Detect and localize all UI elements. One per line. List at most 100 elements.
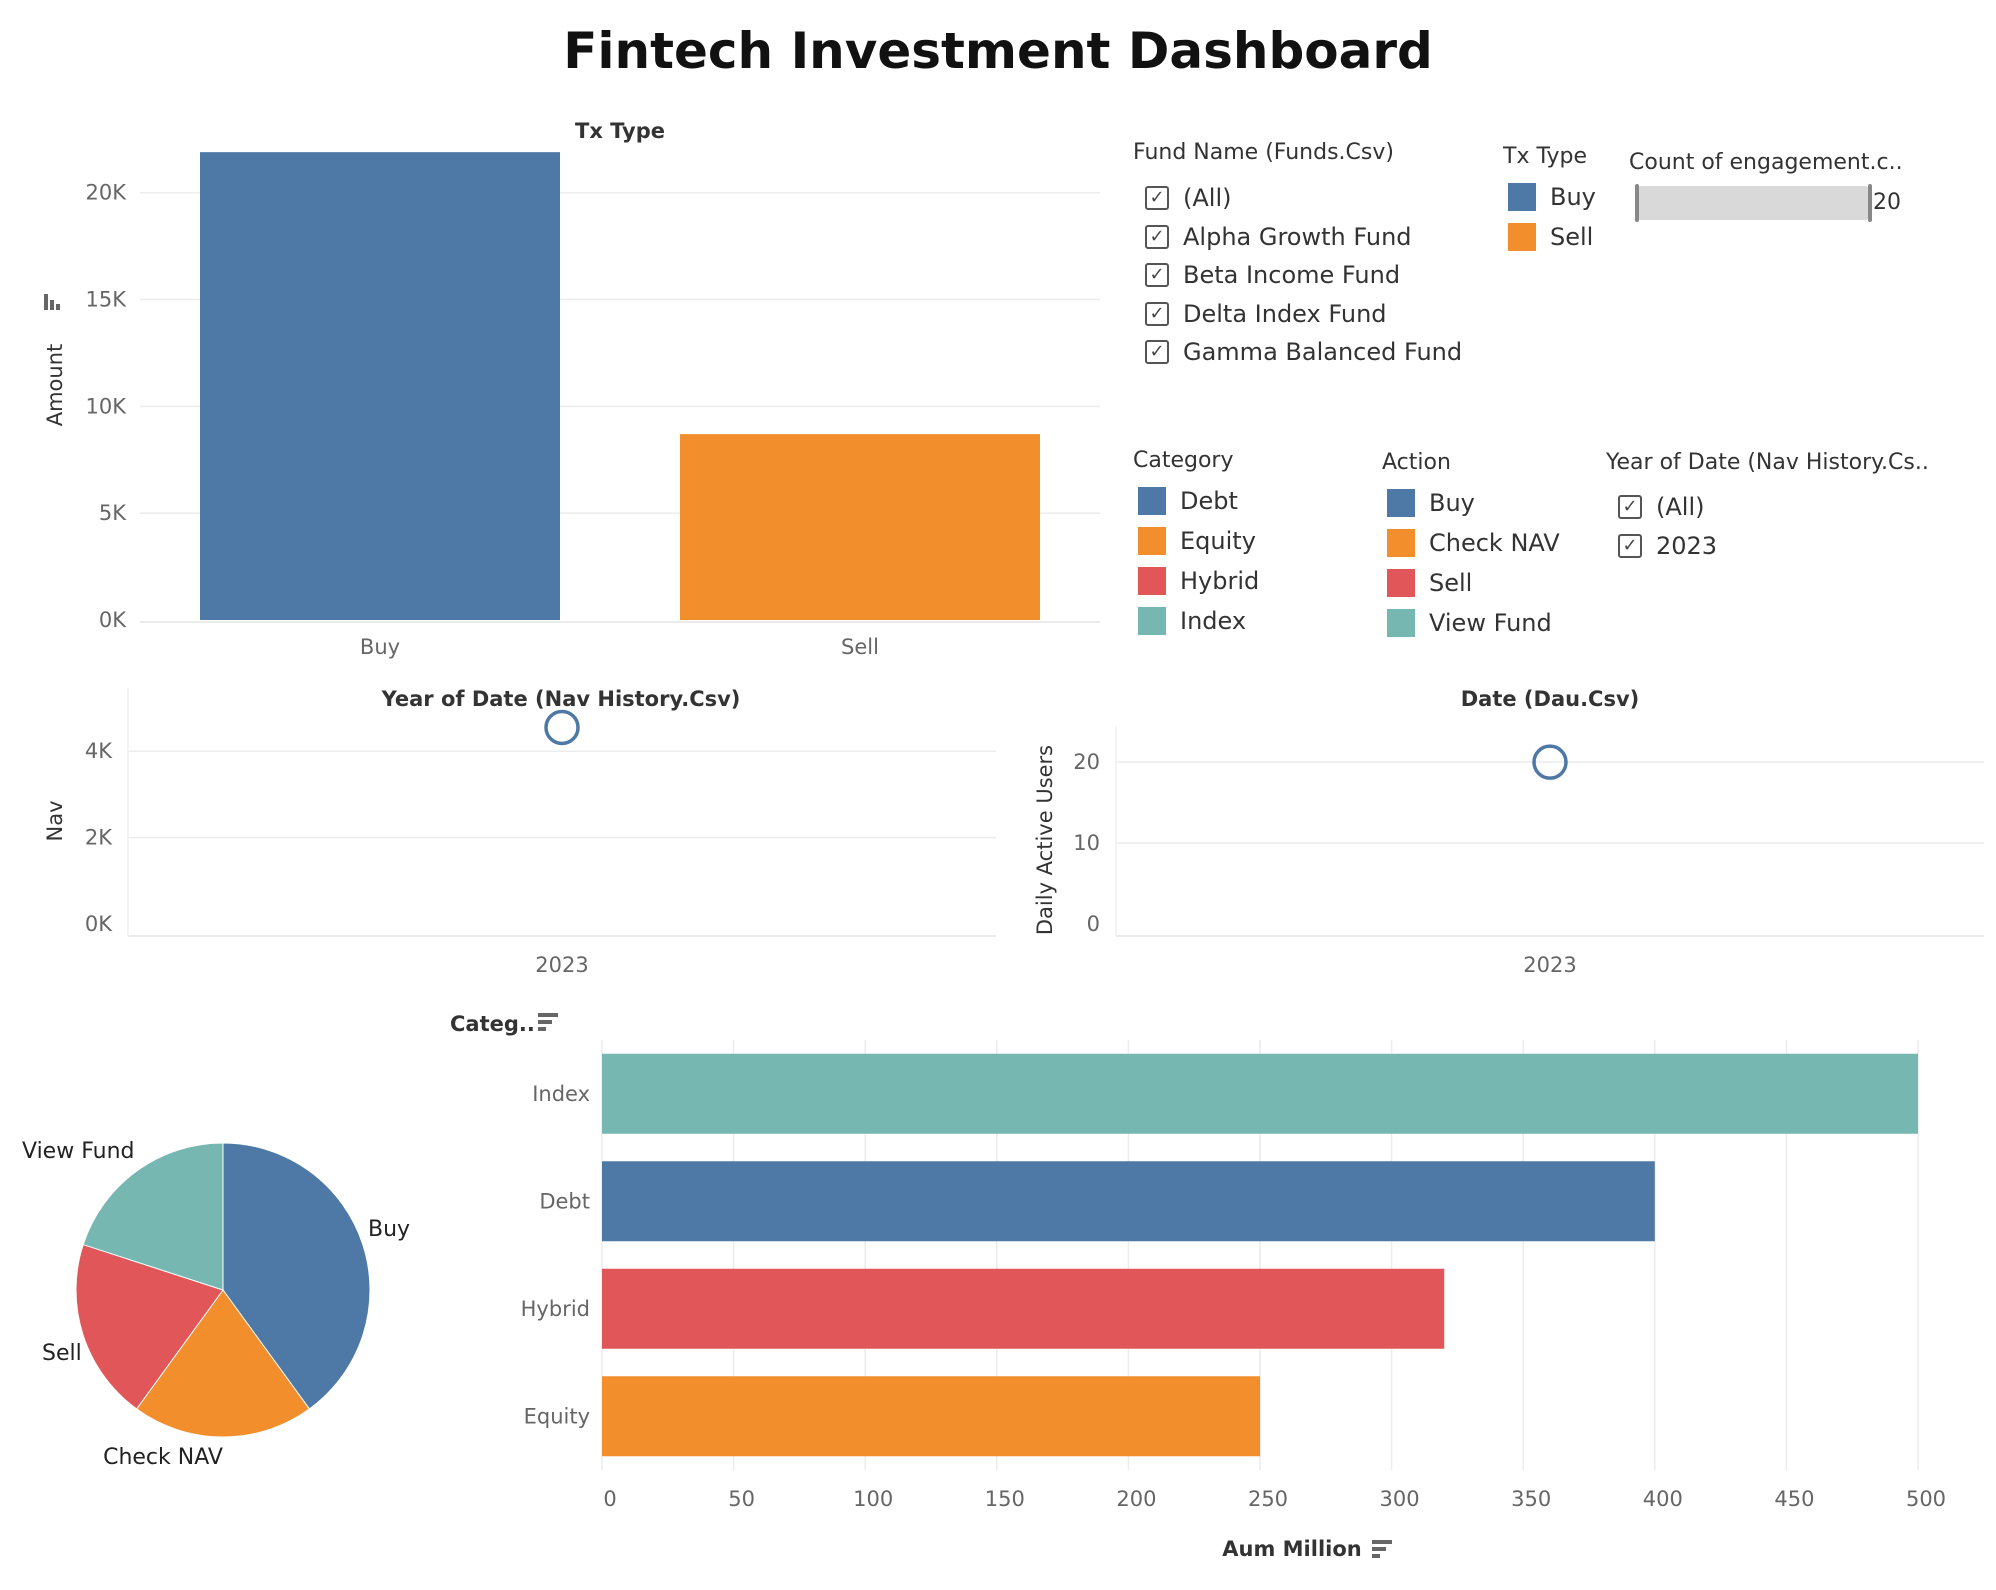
sort-bar <box>1372 1554 1380 1558</box>
pie-label: Buy <box>368 1217 410 1242</box>
bar-buy <box>200 152 560 621</box>
category-legend-item-label: Debt <box>1180 487 1238 515</box>
x-tick-label: Buy <box>360 635 400 659</box>
checkbox[interactable]: ✓ <box>1145 263 1169 287</box>
bar-hybrid <box>602 1268 1445 1349</box>
fund-filter-item[interactable]: ✓ (All) <box>1145 184 1231 212</box>
pie-label: View Fund <box>22 1139 135 1164</box>
engagement-slider-value: 20 <box>1873 190 1901 215</box>
fund-filter-item[interactable]: ✓ Beta Income Fund <box>1145 261 1400 289</box>
y-tick-label: 10K <box>86 394 128 418</box>
category-legend-title: Category <box>1133 448 1234 473</box>
engagement-slider-handle-min[interactable] <box>1635 184 1639 222</box>
x-axis-title: Aum Million <box>1222 1537 1361 1561</box>
year-filter-item-label: 2023 <box>1656 531 1718 560</box>
checkbox[interactable]: ✓ <box>1145 186 1169 210</box>
category-legend-item[interactable]: Debt <box>1138 487 1238 515</box>
chart-title: Year of Date (Nav History.Csv) <box>381 687 741 711</box>
color-swatch <box>1138 607 1166 635</box>
action-legend-item-label: Check NAV <box>1429 529 1560 557</box>
color-swatch <box>1387 529 1415 557</box>
y-tick-label: Index <box>532 1082 590 1106</box>
aum-bar-chart: 0 50 100 150 200 250 300 350 400 450 500 Index Debt H… <box>450 1012 1946 1561</box>
year-filter-item[interactable]: ✓ 2023 <box>1618 532 1717 560</box>
y-axis-title: Daily Active Users <box>1033 745 1057 935</box>
pie-slice-view-fund <box>82 1142 224 1291</box>
action-legend-item[interactable]: Buy <box>1387 489 1475 517</box>
x-tick-label: 100 <box>853 1487 893 1511</box>
x-tick-label: Sell <box>841 635 879 659</box>
category-legend-item[interactable]: Hybrid <box>1138 567 1259 595</box>
y-tick-label: 0K <box>99 608 127 632</box>
x-tick-label: 300 <box>1380 1487 1420 1511</box>
chart-title: Tx Type <box>575 119 665 143</box>
checkbox[interactable]: ✓ <box>1145 301 1169 326</box>
engagement-slider-handle-max[interactable] <box>1868 184 1872 222</box>
action-legend-item-label: View Fund <box>1429 609 1552 637</box>
color-swatch <box>1387 569 1415 597</box>
sort-bar <box>56 304 60 310</box>
category-legend-item[interactable]: Equity <box>1138 527 1256 555</box>
tx-legend-item[interactable]: Buy <box>1508 183 1596 211</box>
data-point-2023 <box>544 709 580 746</box>
fund-filter-item[interactable]: ✓ Alpha Growth Fund <box>1145 223 1412 251</box>
color-swatch <box>1508 222 1536 251</box>
x-tick-label: 450 <box>1774 1487 1814 1511</box>
action-legend-title: Action <box>1382 450 1451 475</box>
action-pie-chart: Buy Check NAV Sell View Fund <box>22 1139 410 1470</box>
color-swatch <box>1138 527 1166 555</box>
fund-filter-item[interactable]: ✓ Delta Index Fund <box>1145 300 1387 328</box>
sort-bar <box>538 1027 546 1031</box>
action-legend-item[interactable]: Check NAV <box>1387 529 1560 557</box>
sort-bar <box>1372 1547 1386 1551</box>
engagement-filter-title: Count of engagement.c.. <box>1629 150 1903 175</box>
aum-sort-icon <box>1372 1540 1392 1558</box>
x-tick-label: 350 <box>1511 1487 1551 1511</box>
action-legend-item[interactable]: View Fund <box>1387 609 1552 637</box>
checkbox[interactable]: ✓ <box>1618 495 1642 519</box>
year-filter-title: Year of Date (Nav History.Cs.. <box>1606 450 1929 475</box>
category-legend-item-label: Hybrid <box>1180 567 1260 595</box>
dau-scatter-chart: Date (Dau.Csv) 0 10 20 2023 Daily Active User… <box>1033 687 1984 977</box>
y-tick-label: Hybrid <box>521 1297 590 1321</box>
fund-filter-item-label: Alpha Growth Fund <box>1183 222 1412 251</box>
checkbox[interactable]: ✓ <box>1618 533 1642 558</box>
color-swatch <box>1387 489 1415 517</box>
fund-filter-item[interactable]: ✓ Gamma Balanced Fund <box>1145 338 1462 366</box>
checkbox[interactable]: ✓ <box>1145 224 1169 249</box>
y-axis-title: Nav <box>43 800 67 841</box>
color-swatch <box>1138 567 1166 595</box>
y-tick-label: 0K <box>85 912 113 936</box>
action-legend-item[interactable]: Sell <box>1387 569 1472 597</box>
category-legend-item[interactable]: Index <box>1138 607 1246 635</box>
fund-name-filter-title: Fund Name (Funds.Csv) <box>1133 140 1394 165</box>
pie-slice-sell <box>75 1243 224 1410</box>
x-tick-label: 150 <box>985 1487 1025 1511</box>
engagement-slider-track[interactable] <box>1637 186 1869 220</box>
y-tick-label: 20K <box>86 181 128 205</box>
y-tick-label: 0 <box>1087 912 1100 936</box>
sort-bar <box>44 294 48 310</box>
checkbox[interactable]: ✓ <box>1145 340 1169 364</box>
action-legend-item-label: Buy <box>1429 489 1475 517</box>
color-swatch <box>1387 609 1415 637</box>
tx-legend-item[interactable]: Sell <box>1508 222 1593 251</box>
fund-filter-item-label: Beta Income Fund <box>1183 261 1401 289</box>
sort-bar <box>1372 1540 1392 1544</box>
fund-filter-item-label: Gamma Balanced Fund <box>1183 338 1463 366</box>
bar-equity <box>602 1376 1260 1457</box>
y-tick-label: 20 <box>1073 750 1100 774</box>
year-filter-item[interactable]: ✓ (All) <box>1618 493 1704 521</box>
y-tick-label: Debt <box>539 1189 590 1213</box>
x-tick-label: 200 <box>1116 1487 1156 1511</box>
bar-sell <box>680 434 1040 620</box>
dashboard-title: Fintech Investment Dashboard <box>563 22 1433 80</box>
category-sort-icon <box>538 1013 558 1031</box>
category-legend-item-label: Index <box>1180 607 1247 635</box>
tx-legend-item-label: Buy <box>1550 183 1596 211</box>
y-tick-label: 15K <box>86 288 128 312</box>
y-axis-title: Categ.. <box>450 1012 535 1036</box>
color-swatch <box>1138 487 1166 515</box>
sort-icon <box>44 294 60 310</box>
y-tick-label: Equity <box>524 1404 590 1428</box>
